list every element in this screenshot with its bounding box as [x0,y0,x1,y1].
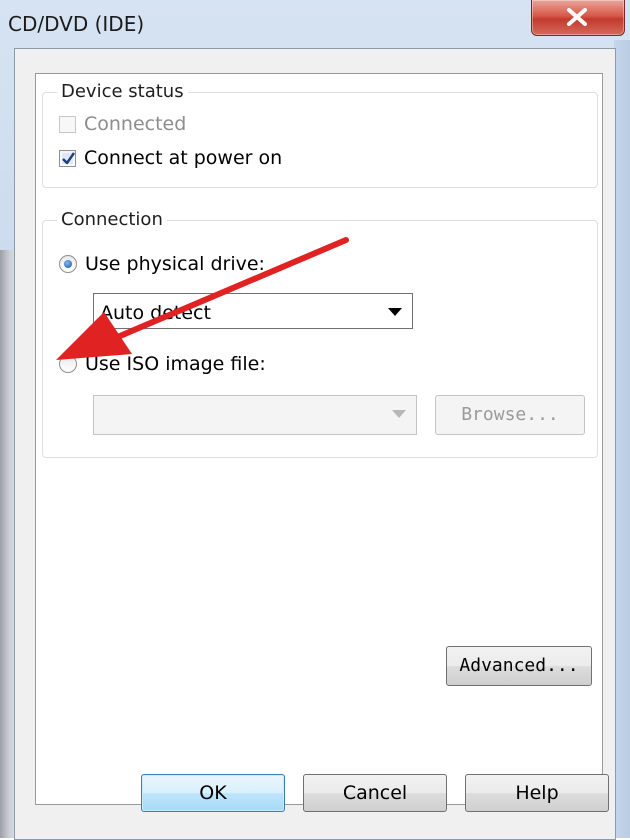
connection-legend: Connection [57,209,167,230]
connect-power-on-checkbox[interactable] [59,149,76,167]
use-physical-drive-radio[interactable] [59,255,77,273]
connect-power-on-row: Connect at power on [59,147,282,169]
window-left-edge [0,250,14,838]
drive-select-value: Auto detect [100,302,211,324]
use-physical-drive-row: Use physical drive: [59,253,265,275]
drive-select[interactable]: Auto detect [93,293,413,329]
use-iso-row: Use ISO image file: [59,353,266,375]
help-button[interactable]: Help [465,774,609,812]
window-title: CD/DVD (IDE) [8,12,145,36]
settings-panel: Device status Connected Connect at power… [35,73,603,805]
device-status-legend: Device status [57,81,188,102]
chevron-down-icon[interactable] [388,308,402,316]
dialog-client-area: Device status Connected Connect at power… [14,48,616,840]
ok-button[interactable]: OK [141,774,285,812]
checkmark-icon [62,151,75,164]
title-bar[interactable]: CD/DVD (IDE) [0,0,630,44]
chevron-down-icon[interactable] [392,410,406,418]
device-status-group: Device status Connected Connect at power… [42,81,598,188]
dialog-window: CD/DVD (IDE) Device status Connected Con… [0,0,630,840]
connected-row: Connected [59,113,186,135]
connected-checkbox[interactable] [59,115,76,133]
close-icon [567,8,587,26]
cancel-button[interactable]: Cancel [303,774,447,812]
use-physical-drive-label: Use physical drive: [85,253,265,275]
use-iso-label: Use ISO image file: [85,353,266,375]
window-right-edge [614,40,630,838]
connected-label: Connected [84,113,187,135]
close-button[interactable] [531,0,625,36]
connection-group: Connection Use physical drive: Auto dete… [42,209,598,458]
browse-button[interactable]: Browse... [435,395,585,435]
use-iso-radio[interactable] [59,355,77,373]
advanced-button[interactable]: Advanced... [446,646,592,686]
connect-power-on-label: Connect at power on [84,147,283,169]
iso-path-input[interactable] [93,395,417,435]
